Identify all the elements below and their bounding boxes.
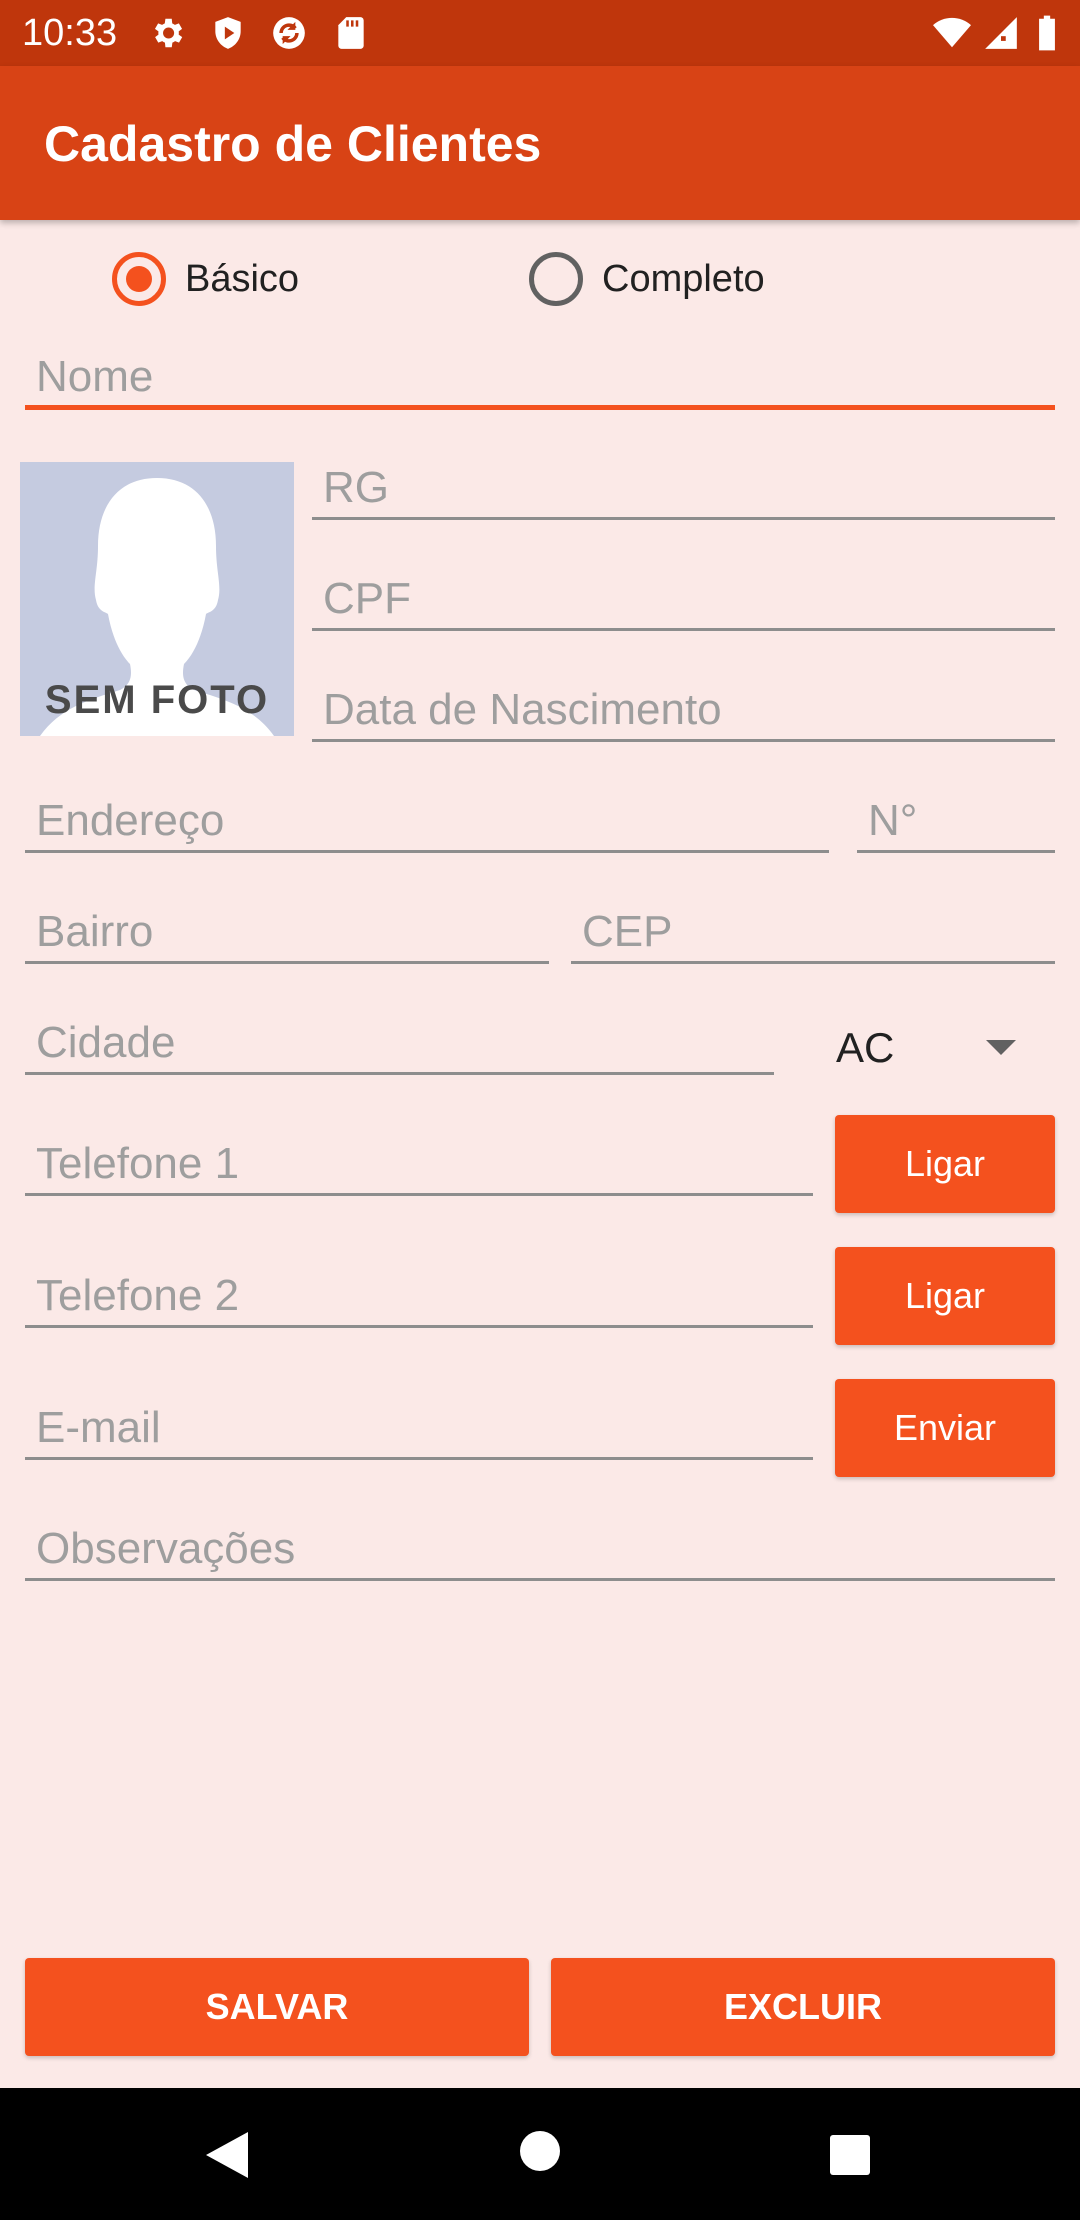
send-email-button[interactable]: Enviar <box>835 1379 1055 1477</box>
endereco-field[interactable] <box>25 791 829 853</box>
observacoes-field[interactable] <box>25 1519 1055 1581</box>
back-icon[interactable] <box>204 2130 250 2185</box>
shield-icon <box>209 14 247 52</box>
radio-basico[interactable]: Básico <box>112 250 372 308</box>
page-title: Cadastro de Clientes <box>44 116 542 172</box>
state-value: AC <box>836 1024 895 1071</box>
telefone1-input[interactable] <box>25 1134 813 1193</box>
nascimento-input[interactable] <box>312 680 1055 739</box>
rg-field[interactable] <box>312 458 1055 520</box>
home-icon[interactable] <box>519 2130 561 2177</box>
nascimento-field[interactable] <box>312 680 1055 742</box>
cpf-input[interactable] <box>312 569 1055 628</box>
email-input[interactable] <box>25 1398 813 1457</box>
cep-input[interactable] <box>571 902 1055 961</box>
recents-icon[interactable] <box>829 2134 871 2181</box>
radio-checked-icon <box>112 252 166 306</box>
dropdown-arrow-icon <box>986 1040 1016 1055</box>
telefone2-input[interactable] <box>25 1266 813 1325</box>
radio-basico-label: Básico <box>185 258 300 300</box>
save-button[interactable]: SALVAR <box>25 1958 529 2056</box>
delete-button[interactable]: EXCLUIR <box>551 1958 1055 2056</box>
cidade-field[interactable] <box>25 1013 774 1075</box>
bairro-field[interactable] <box>25 902 549 964</box>
call-phone1-button[interactable]: Ligar <box>835 1115 1055 1213</box>
telefone1-field[interactable] <box>25 1134 813 1196</box>
numero-field[interactable] <box>857 791 1055 853</box>
cpf-field[interactable] <box>312 569 1055 631</box>
radio-unchecked-icon <box>529 252 583 306</box>
battery-icon <box>1036 14 1058 52</box>
navigation-bar <box>0 2088 1080 2220</box>
endereco-input[interactable] <box>25 791 829 850</box>
sd-card-icon <box>332 14 370 52</box>
radio-completo-label: Completo <box>602 258 765 300</box>
sync-icon <box>270 14 308 52</box>
rg-input[interactable] <box>312 458 1055 517</box>
telefone2-field[interactable] <box>25 1266 813 1328</box>
status-bar: 10:33 <box>0 0 1080 66</box>
status-time: 10:33 <box>22 12 118 54</box>
signal-icon <box>982 14 1020 52</box>
bairro-input[interactable] <box>25 902 549 961</box>
cidade-input[interactable] <box>25 1013 774 1072</box>
numero-input[interactable] <box>857 791 1055 850</box>
state-spinner[interactable]: AC <box>826 1010 1054 1080</box>
nome-input[interactable] <box>25 348 1055 405</box>
wifi-icon <box>932 14 971 52</box>
observacoes-input[interactable] <box>25 1519 1055 1578</box>
email-field[interactable] <box>25 1398 813 1460</box>
call-phone2-button[interactable]: Ligar <box>835 1247 1055 1345</box>
no-photo-label: SEM FOTO <box>44 678 270 722</box>
app-bar: Cadastro de Clientes <box>0 66 1080 220</box>
nome-field[interactable] <box>25 348 1055 410</box>
radio-completo[interactable]: Completo <box>529 250 829 308</box>
cep-field[interactable] <box>571 902 1055 964</box>
gear-icon <box>148 14 186 52</box>
